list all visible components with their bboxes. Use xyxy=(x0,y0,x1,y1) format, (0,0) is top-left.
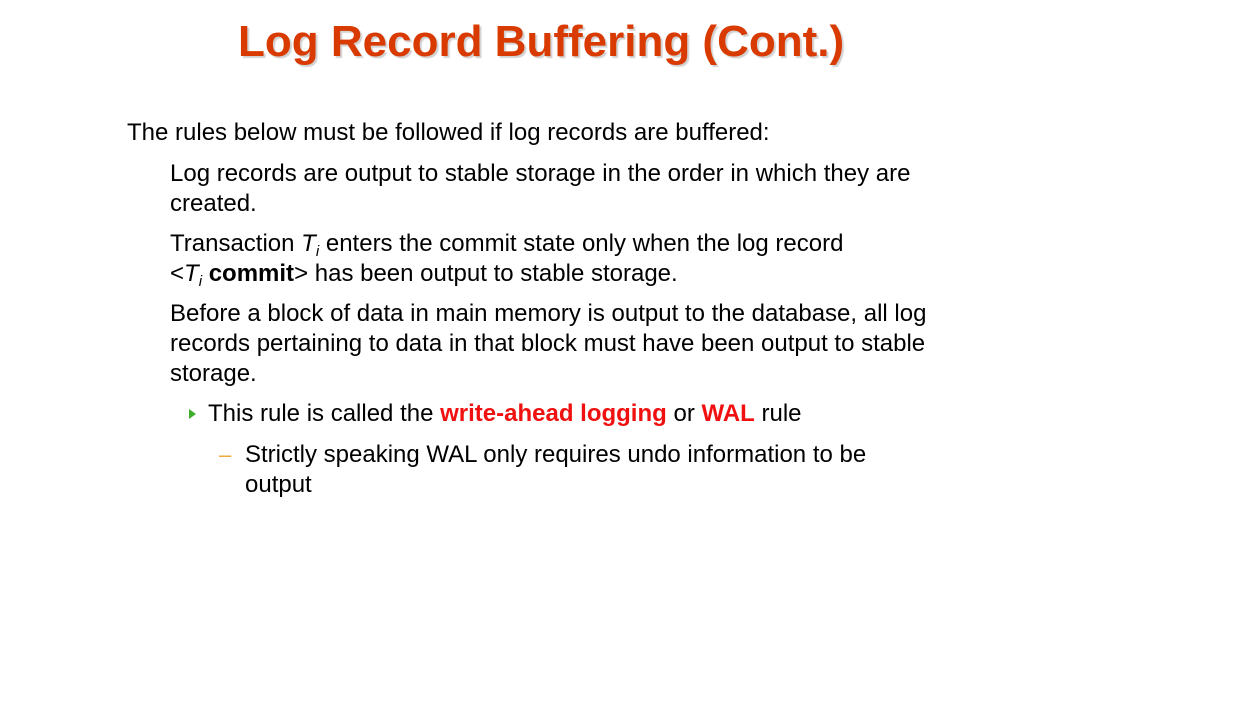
rule-2: Transaction Ti enters the commit state o… xyxy=(170,229,930,289)
slide: Log Record Buffering (Cont.) The rules b… xyxy=(0,0,1254,706)
var-t-2: T xyxy=(184,260,199,287)
rule-3: Before a block of data in main memory is… xyxy=(170,300,927,387)
sub-rule-text-b: or xyxy=(666,400,702,427)
rule-1: Log records are output to stable storage… xyxy=(170,160,911,217)
sub-rule-text-a: This rule is called the xyxy=(208,400,441,427)
var-t: T xyxy=(301,230,316,257)
note-text: Strictly speaking WAL only requires undo… xyxy=(245,441,867,498)
commit-keyword: commit xyxy=(208,260,295,287)
var-sub-i-2: i xyxy=(198,273,203,290)
rule-2-text-c: > has been output to stable storage. xyxy=(294,260,678,287)
open-angle: < xyxy=(170,260,185,287)
sub-rule: This rule is called the write-ahead logg… xyxy=(189,399,927,429)
dash-bullet-icon: – xyxy=(219,442,232,467)
sub-rule-text-c: rule xyxy=(754,400,802,427)
slide-body: The rules below must be followed if log … xyxy=(127,118,927,500)
slide-title: Log Record Buffering (Cont.) xyxy=(238,17,845,66)
rule-2-text-b: enters the commit state only when the lo… xyxy=(319,230,844,257)
note: – Strictly speaking WAL only requires un… xyxy=(219,440,925,500)
intro-text: The rules below must be followed if log … xyxy=(127,119,770,146)
term-write-ahead-logging: write-ahead logging xyxy=(440,400,667,427)
rule-2-text-a: Transaction xyxy=(170,230,302,257)
green-arrow-bullet-icon xyxy=(189,409,196,419)
term-wal: WAL xyxy=(701,400,755,427)
